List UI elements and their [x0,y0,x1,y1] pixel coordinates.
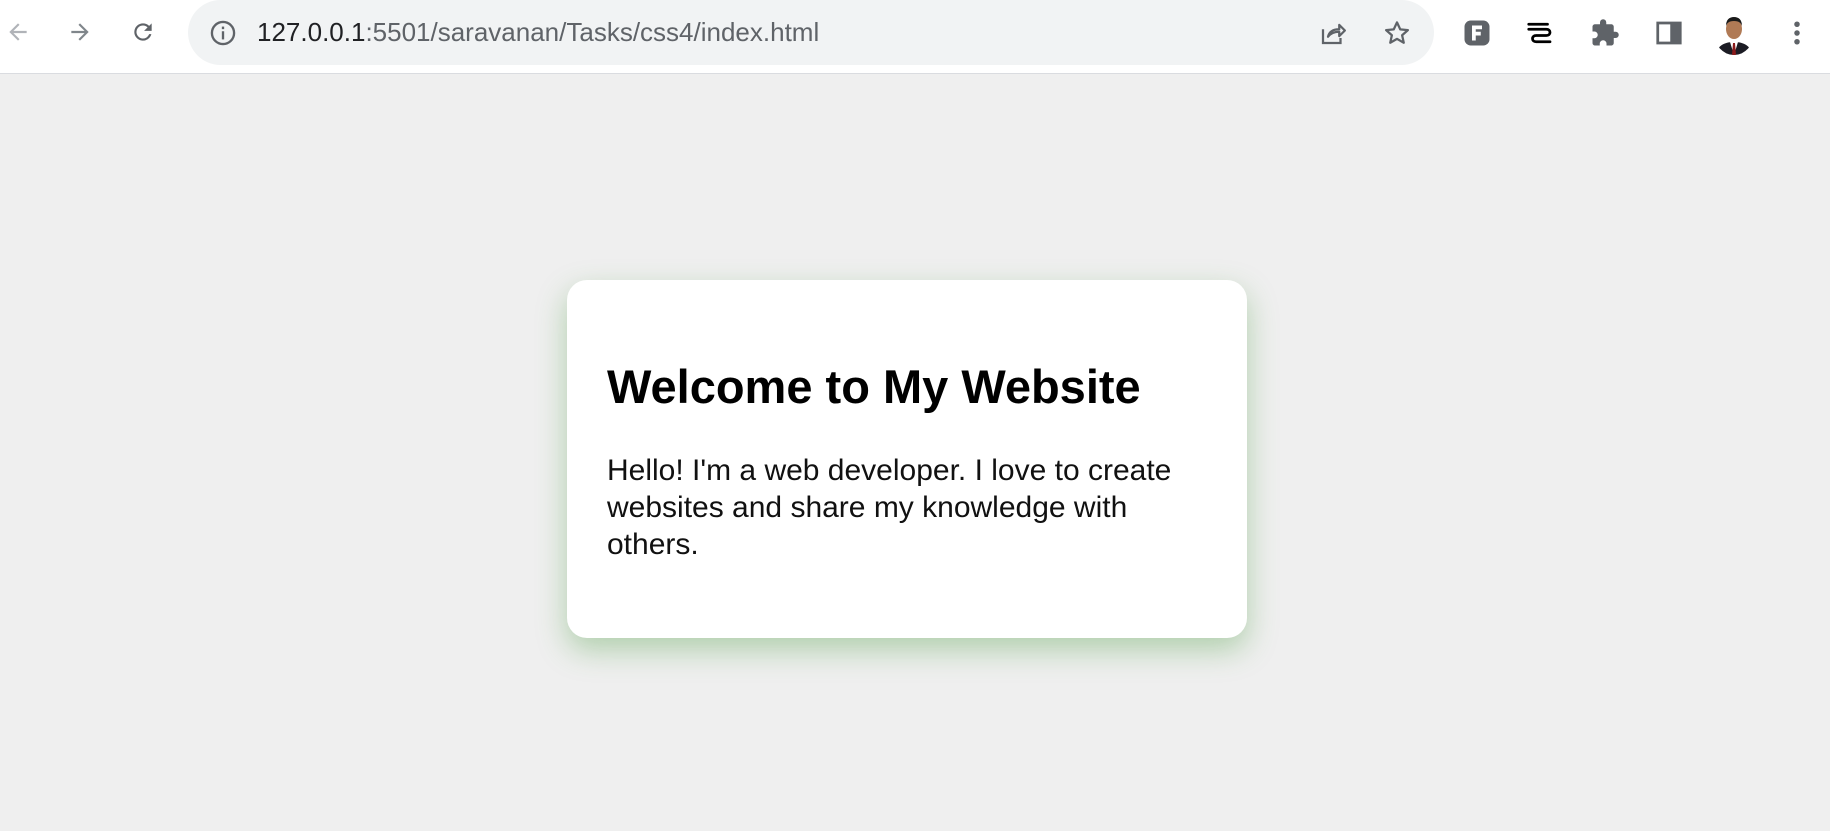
reload-icon [134,23,152,41]
url-host: 127.0.0.1 [257,17,366,47]
back-button[interactable] [0,14,36,50]
avatar[interactable] [1714,11,1754,55]
bookmark-button[interactable] [1380,16,1414,50]
browser-toolbar: 127.0.0.1:5501/saravanan/Tasks/css4/inde… [0,0,1830,74]
welcome-card: Welcome to My Website Hello! I'm a web d… [567,280,1247,638]
browser-menu-button[interactable] [1778,14,1816,52]
share-button[interactable] [1316,16,1350,50]
puzzle-icon [1592,19,1619,46]
extensions-menu-button[interactable] [1586,14,1624,52]
back-arrow-icon [9,23,27,41]
side-panel-button[interactable] [1650,14,1688,52]
url-path: :5501/saravanan/Tasks/css4/index.html [365,17,820,47]
more-vertical-icon [1794,21,1800,45]
url-text[interactable]: 127.0.0.1:5501/saravanan/Tasks/css4/inde… [257,16,819,48]
page-title: Welcome to My Website [607,360,1141,413]
info-icon[interactable] [209,19,237,47]
intro-text: Hello! I'm a web developer. I love to cr… [607,454,1172,561]
share-icon [1321,23,1346,45]
forward-button[interactable] [62,14,98,50]
star-icon [1385,21,1409,44]
reload-button[interactable] [125,14,161,50]
profile-picture [1714,11,1754,55]
extension-icon [1527,22,1552,44]
side-panel-icon [1656,21,1682,45]
forward-arrow-icon [71,23,89,41]
page-content: Welcome to My Website Hello! I'm a web d… [0,74,1830,831]
extension-button-2[interactable] [1521,14,1559,52]
address-bar[interactable]: 127.0.0.1:5501/saravanan/Tasks/css4/inde… [188,0,1434,65]
extension-button-1[interactable] [1458,14,1496,52]
extension-icon [1464,20,1490,46]
